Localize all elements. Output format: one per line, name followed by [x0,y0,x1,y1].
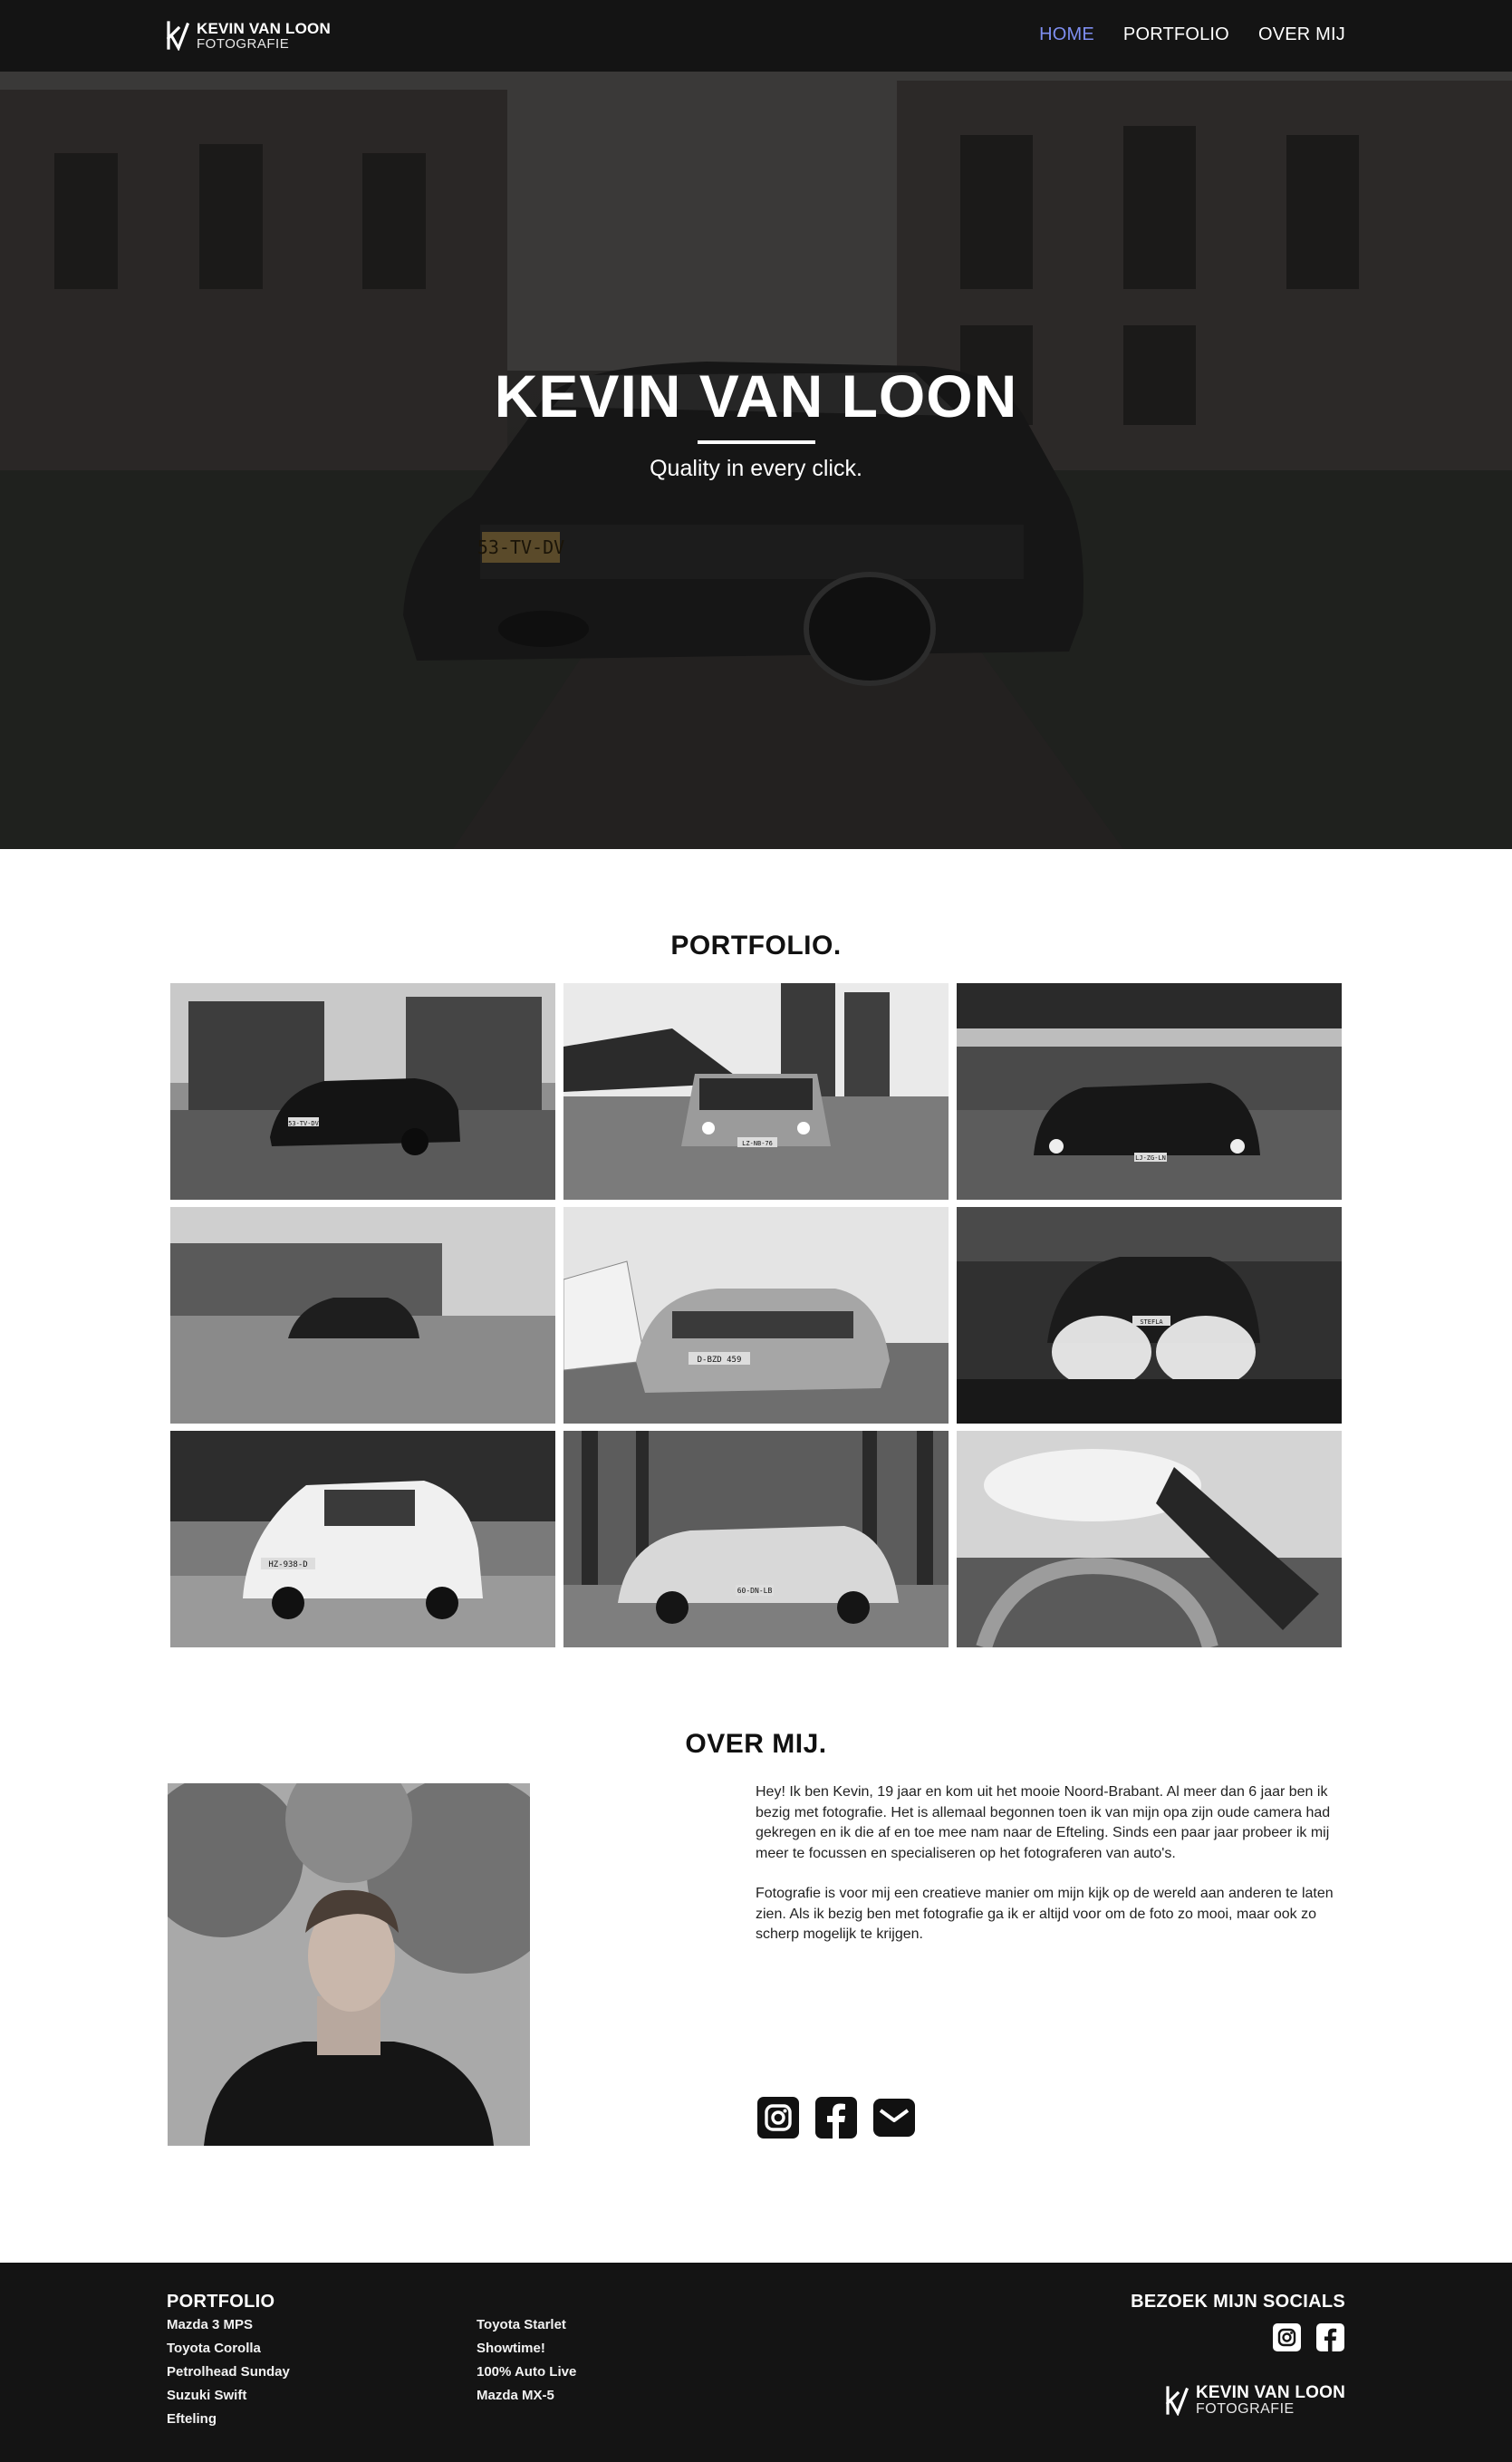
site-logo[interactable]: KEVIN VAN LOON FOTOGRAFIE [166,20,331,51]
hero-title: KEVIN VAN LOON [494,362,1018,430]
photo-plate: LJ-ZG-LN [1135,1154,1166,1162]
hero-banner: 53-TV-DV KEVIN VAN LOON Quality in every… [0,72,1512,849]
nav-link-home[interactable]: HOME [1039,24,1094,45]
photo-image: D-BZD 459 [563,1207,949,1424]
portfolio-title: PORTFOLIO. [670,931,842,961]
footer-logo-subtitle: FOTOGRAFIE [1195,2401,1295,2417]
photo-image: 53-TV-DV [170,983,555,1200]
about-text: Hey! Ik ben Kevin, 19 jaar en kom uit he… [756,1782,1346,1945]
footer-link[interactable]: Petrolhead Sunday [167,2364,290,2380]
footer-logo-name: KEVIN VAN LOON [1195,2383,1345,2402]
portfolio-photo-showtime[interactable] [170,1207,555,1424]
photo-plate: 53-TV-DV [288,1120,320,1127]
mail-icon[interactable] [872,2095,917,2140]
footer-links-col-1: Mazda 3 MPS Toyota Corolla Petrolhead Su… [167,2317,290,2428]
instagram-icon[interactable] [756,2095,801,2140]
footer-link[interactable]: Toyota Corolla [167,2341,290,2357]
photo-plate: 60-DN-LB [737,1587,773,1595]
footer-facebook-icon[interactable] [1315,2322,1345,2352]
footer-link[interactable]: Suzuki Swift [167,2388,290,2404]
kv-monogram-icon [1165,2386,1189,2416]
hero-divider [698,440,815,444]
portfolio-photo-efteling[interactable] [957,1431,1342,1647]
photo-image: HZ-938-D [170,1431,555,1647]
portfolio-photo-mazda-mx-5[interactable]: 60-DN-LB [563,1431,949,1647]
photo-plate: HZ-938-D [268,1560,307,1569]
footer-logo[interactable]: KEVIN VAN LOON FOTOGRAFIE [1165,2384,1345,2417]
photo-plate: D-BZD 459 [698,1356,742,1365]
hero-plate-text: 53-TV-DV [477,536,564,558]
footer-instagram-icon[interactable] [1272,2322,1302,2352]
portfolio-photo-mazda-3-mps[interactable]: 53-TV-DV [170,983,555,1200]
photo-image: LJ-ZG-LN [957,983,1342,1200]
portfolio-photo-suzuki-swift[interactable]: HZ-938-D [170,1431,555,1647]
photo-image: LZ-NB-76 [563,983,949,1200]
nav-link-over-mij[interactable]: OVER MIJ [1258,24,1345,45]
footer-link[interactable]: Toyota Starlet [477,2317,576,2333]
portrait-photo [168,1783,530,2146]
nav-link-portfolio[interactable]: PORTFOLIO [1123,24,1229,45]
photo-image [170,1207,555,1424]
about-socials [756,2095,917,2140]
photo-plate: LZ-NB-76 [742,1140,773,1147]
about-paragraph-1: Hey! Ik ben Kevin, 19 jaar en kom uit he… [756,1784,1331,1861]
footer-link[interactable]: Showtime! [477,2341,576,2357]
footer-link[interactable]: Mazda MX-5 [477,2388,576,2404]
footer-link[interactable]: 100% Auto Live [477,2364,576,2380]
portfolio-photo-toyota-corolla[interactable]: LJ-ZG-LN [957,983,1342,1200]
footer-link[interactable]: Mazda 3 MPS [167,2317,290,2333]
footer-links-col-2: Toyota Starlet Showtime! 100% Auto Live … [477,2317,576,2404]
about-title: OVER MIJ. [685,1729,827,1759]
portfolio-photo-toyota-starlet[interactable]: LZ-NB-76 [563,983,949,1200]
footer-link[interactable]: Efteling [167,2411,290,2428]
facebook-icon[interactable] [814,2095,859,2140]
kv-monogram-icon [166,21,190,51]
photo-image: STEFLA [957,1207,1342,1424]
about-paragraph-2: Fotografie is voor mij een creatieve man… [756,1886,1334,1942]
photo-image [957,1431,1342,1647]
photo-plate: STEFLA [1140,1318,1163,1326]
site-footer: PORTFOLIO Mazda 3 MPS Toyota Corolla Pet… [0,2263,1512,2462]
photo-image: 60-DN-LB [563,1431,949,1647]
nav-menu: HOME PORTFOLIO OVER MIJ [1039,24,1345,45]
portfolio-grid: 53-TV-DV LZ-NB-76 LJ-ZG-LN D-BZD 459 STE… [170,983,1342,1647]
logo-subtitle: FOTOGRAFIE [197,35,290,52]
hero-tagline: Quality in every click. [650,456,862,481]
portfolio-photo-100-auto-live[interactable]: STEFLA [957,1207,1342,1424]
top-navbar: KEVIN VAN LOON FOTOGRAFIE HOME PORTFOLIO… [0,0,1512,72]
logo-name: KEVIN VAN LOON [197,19,331,37]
footer-socials-heading: BEZOEK MIJN SOCIALS [1131,2292,1345,2312]
portfolio-photo-petrolhead-sunday[interactable]: D-BZD 459 [563,1207,949,1424]
footer-portfolio-heading: PORTFOLIO [167,2292,275,2312]
